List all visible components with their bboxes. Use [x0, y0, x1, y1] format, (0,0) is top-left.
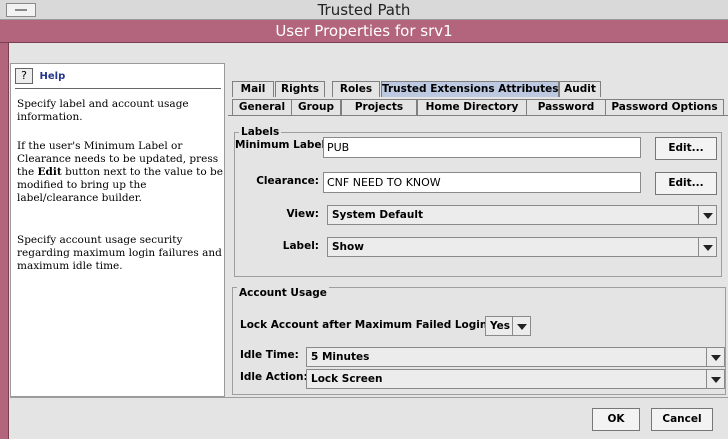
tab-projects[interactable]: Projects — [341, 99, 417, 115]
tab-general[interactable]: General — [232, 99, 292, 115]
help-paragraph-3: Specify account usage security regarding… — [17, 234, 222, 272]
chevron-down-icon[interactable] — [512, 317, 530, 335]
window-title-bar[interactable]: User Properties for srv1 — [0, 20, 728, 43]
trusted-path-bar: Trusted Path — [0, 0, 728, 20]
trusted-path-title: Trusted Path — [317, 1, 411, 19]
tab-rights[interactable]: Rights — [275, 81, 325, 97]
tab-audit[interactable]: Audit — [559, 81, 601, 97]
minimum-label-label: Minimum Label: — [235, 139, 330, 151]
help-paragraph-2: If the user's Minimum Label or Clearance… — [17, 140, 223, 205]
chevron-down-icon[interactable] — [706, 348, 724, 366]
clearance-edit-button[interactable]: Edit... — [655, 172, 717, 195]
labels-legend: Labels — [239, 126, 282, 138]
label-mode-select-value: Show — [332, 241, 364, 253]
chevron-down-icon[interactable] — [698, 206, 716, 224]
tab-strip-divider — [228, 115, 728, 116]
help-pane: ? Help Specify label and account usage i… — [10, 63, 225, 397]
idle-action-select[interactable]: Lock Screen — [306, 369, 725, 389]
tab-trusted-extensions-attributes[interactable]: Trusted Extensions Attributes — [381, 81, 559, 97]
lock-account-select[interactable]: Yes — [485, 316, 531, 336]
button-bar-divider — [10, 397, 728, 398]
tab-mail[interactable]: Mail — [232, 81, 274, 97]
idle-time-label: Idle Time: — [240, 349, 299, 361]
view-select[interactable]: System Default — [327, 205, 717, 225]
label-mode-label: Label: — [282, 240, 319, 252]
clearance-label: Clearance: — [256, 175, 319, 187]
lock-account-select-value: Yes — [490, 320, 511, 332]
chevron-down-icon[interactable] — [698, 238, 716, 256]
label-mode-select[interactable]: Show — [327, 237, 717, 257]
account-usage-group: Account Usage Lock Account after Maximum… — [232, 287, 726, 395]
properties-content: Mail Rights Roles Trusted Extensions Att… — [228, 75, 728, 397]
help-divider — [15, 88, 221, 89]
lock-account-label: Lock Account after Maximum Failed Logins… — [240, 319, 498, 331]
tab-roles[interactable]: Roles — [332, 81, 380, 97]
account-usage-legend: Account Usage — [237, 287, 329, 299]
idle-action-select-value: Lock Screen — [311, 373, 383, 385]
minimum-label-edit-button[interactable]: Edit... — [655, 137, 717, 160]
tab-group[interactable]: Group — [291, 99, 341, 115]
view-label: View: — [286, 208, 319, 220]
window-left-border — [0, 43, 9, 439]
tab-password-options[interactable]: Password Options — [605, 99, 724, 115]
tab-password[interactable]: Password — [526, 99, 606, 115]
chevron-down-icon[interactable] — [706, 370, 724, 388]
idle-time-select-value: 5 Minutes — [311, 351, 370, 363]
help-paragraph-1: Specify label and account usage informat… — [17, 98, 189, 123]
view-select-value: System Default — [332, 209, 423, 221]
minimum-label-field[interactable]: PUB — [323, 137, 641, 158]
clearance-field[interactable]: CNF NEED TO KNOW — [323, 172, 641, 193]
help-title: Help — [39, 70, 66, 82]
tab-home-directory[interactable]: Home Directory — [417, 99, 527, 115]
labels-group: Labels Minimum Label: PUB Edit... Cleara… — [234, 126, 722, 277]
window-title: User Properties for srv1 — [275, 22, 453, 40]
cancel-button[interactable]: Cancel — [651, 408, 713, 431]
trusted-extensions-panel: Labels Minimum Label: PUB Edit... Cleara… — [230, 117, 726, 395]
ok-button[interactable]: OK — [592, 408, 640, 431]
idle-action-label: Idle Action: — [240, 371, 308, 383]
idle-time-select[interactable]: 5 Minutes — [306, 347, 725, 367]
help-edit-emphasis: Edit — [37, 166, 62, 178]
help-question-icon: ? — [15, 68, 33, 84]
help-header: ? Help — [15, 68, 65, 88]
